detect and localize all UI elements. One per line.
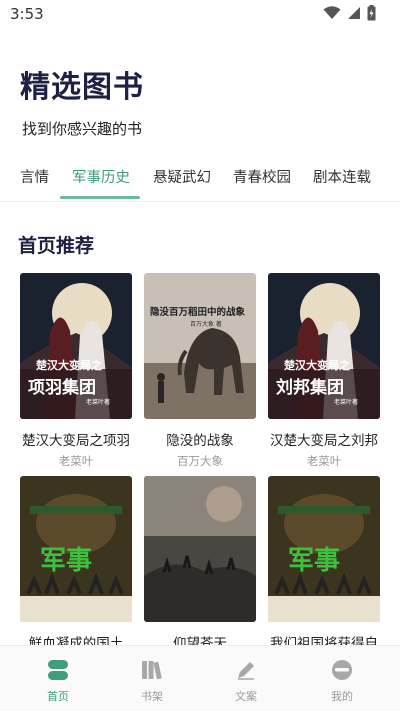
wifi-icon bbox=[323, 6, 341, 19]
tabs-divider bbox=[0, 201, 400, 202]
home-icon bbox=[48, 660, 68, 680]
book-cover: 军事 bbox=[268, 476, 380, 622]
nav-profile[interactable]: 我的 bbox=[312, 658, 372, 704]
battery-icon bbox=[367, 5, 376, 21]
status-icons bbox=[323, 5, 376, 21]
book-card[interactable]: 军事 鲜血凝成的国土 bbox=[20, 476, 132, 652]
book-card[interactable]: 楚汉大变局之 刘邦集团 老菜叶著 汉楚大变局之刘邦 老菜叶 bbox=[268, 273, 380, 469]
book-card[interactable]: 楚汉大变局之 项羽集团 老菜叶著 楚汉大变局之项羽 老菜叶 bbox=[20, 273, 132, 469]
tab-script-serial[interactable]: 剧本连载 bbox=[313, 166, 371, 202]
nav-bookshelf[interactable]: 书架 bbox=[122, 658, 182, 704]
nav-home[interactable]: 首页 bbox=[28, 658, 88, 704]
pen-icon bbox=[238, 662, 254, 680]
book-author: 老菜叶 bbox=[58, 454, 94, 468]
book-cover: 楚汉大变局之 刘邦集团 老菜叶著 bbox=[268, 273, 380, 419]
page-title: 精选图书 bbox=[20, 70, 144, 105]
bottom-nav: 首页 书架 文案 我的 bbox=[0, 645, 400, 711]
book-cover: 隐没百万稻田中的战象 百万大象 著 bbox=[144, 273, 256, 419]
tab-youth-campus[interactable]: 青春校园 bbox=[233, 166, 291, 202]
book-card[interactable]: 军事 我们祖国将获得自 bbox=[268, 476, 380, 652]
book-title: 隐没的战象 bbox=[166, 433, 234, 449]
active-tab-indicator bbox=[60, 196, 140, 199]
page-subtitle: 找到你感兴趣的书 bbox=[22, 120, 143, 138]
tab-mystery-fantasy[interactable]: 悬疑武幻 bbox=[153, 166, 211, 202]
status-time: 3:53 bbox=[10, 5, 44, 23]
section-title: 首页推荐 bbox=[18, 235, 95, 257]
bookshelf-icon bbox=[142, 661, 162, 680]
profile-icon bbox=[332, 660, 352, 680]
book-card[interactable]: 仰望苍天 bbox=[144, 476, 256, 652]
book-title: 楚汉大变局之项羽 bbox=[22, 433, 130, 449]
signal-icon bbox=[348, 7, 360, 19]
book-card[interactable]: 隐没百万稻田中的战象 百万大象 著 隐没的战象 百万大象 bbox=[144, 273, 256, 469]
book-cover: 楚汉大变局之 项羽集团 老菜叶著 bbox=[20, 273, 132, 419]
tab-romance[interactable]: 言情 bbox=[20, 166, 49, 202]
book-cover bbox=[144, 476, 256, 622]
book-author: 老菜叶 bbox=[306, 454, 342, 468]
book-cover: 军事 bbox=[20, 476, 132, 622]
book-author: 百万大象 bbox=[177, 454, 223, 468]
status-bar: 3:53 bbox=[0, 0, 400, 28]
nav-copywriting[interactable]: 文案 bbox=[216, 658, 276, 704]
book-title: 汉楚大变局之刘邦 bbox=[270, 433, 378, 449]
